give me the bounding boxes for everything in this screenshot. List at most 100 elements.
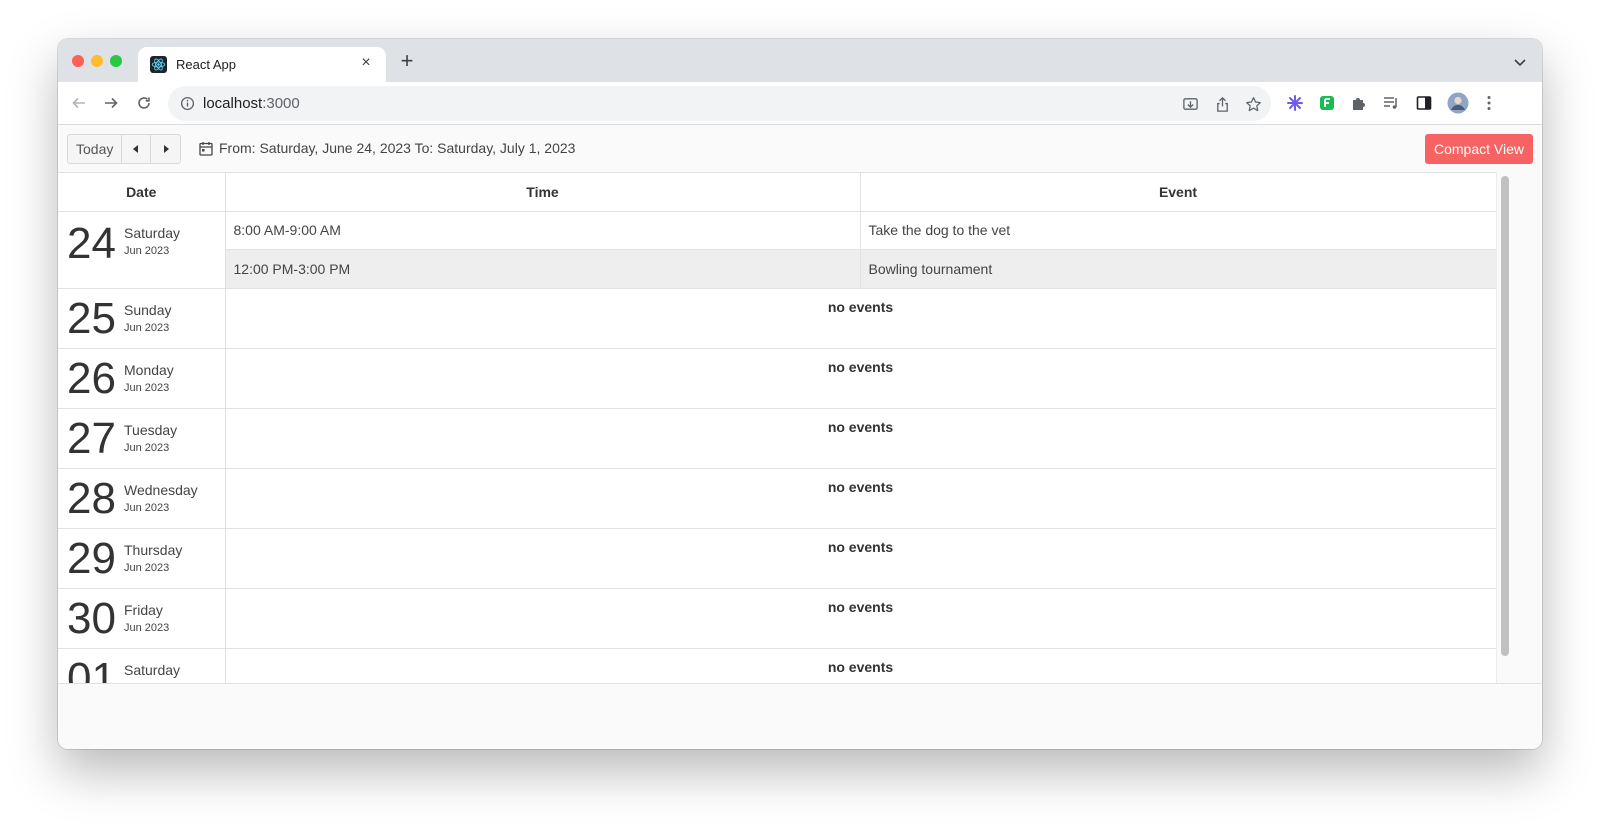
- vertical-scrollbar[interactable]: [1496, 172, 1513, 683]
- day-row: 29 Thursday Jun 2023 no events: [58, 528, 1496, 589]
- day-name: Wednesday: [124, 481, 198, 498]
- date-cell: 30 Friday Jun 2023: [58, 588, 226, 649]
- url-host: localhost: [203, 95, 263, 112]
- day-name: Sunday: [124, 301, 172, 318]
- event-column-header: Event: [860, 173, 1496, 212]
- event-time: 8:00 AM-9:00 AM: [225, 211, 861, 250]
- agenda-table: Date Time Event 24 Saturday Jun 2023 8:00 A…: [58, 173, 1496, 683]
- day-number: 24: [67, 218, 116, 268]
- more-menu-icon[interactable]: [1480, 94, 1498, 112]
- forward-arrow-icon[interactable]: [100, 92, 122, 114]
- date-range-text: From: Saturday, June 24, 2023 To: Saturd…: [219, 140, 576, 156]
- site-info-icon[interactable]: [180, 96, 195, 111]
- day-row: 28 Wednesday Jun 2023 no events: [58, 468, 1496, 529]
- no-events-label: no events: [225, 528, 1496, 589]
- previous-week-button[interactable]: [122, 135, 152, 163]
- caret-left-icon: [133, 145, 139, 153]
- browser-toolbar: localhost:3000: [58, 82, 1542, 125]
- day-month: Jun 2023: [124, 621, 170, 634]
- url-text: localhost:3000: [203, 95, 300, 112]
- no-events-label: no events: [225, 288, 1496, 349]
- react-logo-icon: [150, 56, 167, 73]
- extensions-puzzle-icon[interactable]: [1350, 94, 1368, 112]
- day-row: 30 Friday Jun 2023 no events: [58, 588, 1496, 649]
- tab-title: React App: [176, 57, 236, 72]
- day-number: 27: [67, 413, 116, 463]
- date-cell: 27 Tuesday Jun 2023: [58, 408, 226, 469]
- calendar-icon: [199, 141, 213, 156]
- day-month: Jun 2023: [124, 321, 170, 334]
- new-tab-button[interactable]: +: [396, 50, 418, 73]
- day-row: 01SaturdayJul 2023no events: [58, 648, 1496, 683]
- day-row: 27 Tuesday Jun 2023 no events: [58, 408, 1496, 469]
- day-name: Tuesday: [124, 421, 178, 438]
- tab-strip: React App × +: [58, 39, 1542, 82]
- window-close-button[interactable]: [72, 55, 84, 67]
- day-number: 29: [67, 533, 116, 583]
- no-events-label: no events: [225, 648, 1496, 683]
- reading-list-icon[interactable]: [1382, 94, 1400, 112]
- install-app-icon[interactable]: [1181, 95, 1199, 113]
- day-month: Jun 2023: [124, 244, 170, 257]
- next-week-button[interactable]: [151, 135, 180, 163]
- time-column-header: Time: [225, 173, 861, 212]
- window-maximize-button[interactable]: [110, 55, 122, 67]
- no-events-label: no events: [225, 588, 1496, 649]
- navigation-button-group: Today: [67, 134, 182, 164]
- profile-avatar[interactable]: [1447, 92, 1469, 114]
- compact-view-button[interactable]: Compact View: [1424, 134, 1533, 164]
- bookmark-star-icon[interactable]: [1244, 95, 1262, 113]
- agenda-body: 24 Saturday Jun 2023 8:00 AM-9:00 AM Take th…: [58, 211, 1496, 683]
- day-number: 25: [67, 293, 116, 343]
- event-row[interactable]: 12:00 PM-3:00 PM Bowling tournament: [58, 249, 1496, 289]
- date-cell: 25 Sunday Jun 2023: [58, 288, 226, 349]
- calendar-app: Today From: Saturday, June 24, 2023 To: …: [58, 126, 1542, 749]
- extension-f-icon[interactable]: [1318, 94, 1336, 112]
- table-header-row: Date Time Event: [58, 173, 1496, 212]
- day-month: Jun 2023: [124, 561, 170, 574]
- day-name: Saturday: [124, 224, 181, 241]
- reload-icon[interactable]: [133, 92, 155, 114]
- event-row[interactable]: 24 Saturday Jun 2023 8:00 AM-9:00 AM Take th…: [58, 211, 1496, 289]
- event-title: Bowling tournament: [860, 249, 1496, 289]
- day-name: Friday: [124, 601, 163, 618]
- side-panel-icon[interactable]: [1415, 94, 1433, 112]
- tab-search-chevron-icon[interactable]: [1512, 54, 1528, 70]
- day-name: Saturday: [124, 661, 181, 678]
- day-name: Thursday: [124, 541, 183, 558]
- caret-right-icon: [163, 145, 169, 153]
- event-time: 12:00 PM-3:00 PM: [225, 249, 861, 289]
- date-cell: 24 Saturday Jun 2023: [58, 211, 226, 289]
- agenda-table-container[interactable]: Date Time Event 24 Saturday Jun 2023 8:00 A…: [58, 172, 1496, 683]
- date-cell: 01SaturdayJul 2023: [58, 648, 226, 684]
- footer-area: [58, 683, 1542, 749]
- extension-snowflake-icon[interactable]: [1286, 94, 1304, 112]
- address-bar[interactable]: localhost:3000: [168, 86, 1271, 121]
- day-number: 26: [67, 353, 116, 403]
- date-column-header: Date: [58, 173, 226, 212]
- window-minimize-button[interactable]: [91, 55, 103, 67]
- today-button[interactable]: Today: [68, 135, 123, 163]
- url-port: :3000: [262, 95, 300, 112]
- day-month: Jun 2023: [124, 501, 170, 514]
- no-events-label: no events: [225, 348, 1496, 409]
- day-number: 01: [67, 653, 116, 684]
- day-row: 26 Monday Jun 2023 no events: [58, 348, 1496, 409]
- tab-close-icon[interactable]: ×: [356, 53, 376, 73]
- scrollbar-thumb[interactable]: [1501, 176, 1509, 656]
- share-icon[interactable]: [1213, 95, 1231, 113]
- day-row: 25 Sunday Jun 2023 no events: [58, 288, 1496, 349]
- calendar-toolbar: Today From: Saturday, June 24, 2023 To: …: [58, 126, 1542, 172]
- day-month: Jun 2023: [124, 441, 170, 454]
- browser-tab[interactable]: React App ×: [138, 47, 386, 82]
- day-number: 30: [67, 593, 116, 643]
- browser-window: React App × + localhost:3000 Today From:…: [58, 39, 1542, 749]
- date-cell: 26 Monday Jun 2023: [58, 348, 226, 409]
- date-range-label: From: Saturday, June 24, 2023 To: Saturd…: [199, 140, 575, 156]
- event-title: Take the dog to the vet: [860, 211, 1496, 250]
- no-events-label: no events: [225, 468, 1496, 529]
- date-cell: 29 Thursday Jun 2023: [58, 528, 226, 589]
- date-cell: 28 Wednesday Jun 2023: [58, 468, 226, 529]
- back-arrow-icon[interactable]: [68, 92, 90, 114]
- day-month: Jun 2023: [124, 381, 170, 394]
